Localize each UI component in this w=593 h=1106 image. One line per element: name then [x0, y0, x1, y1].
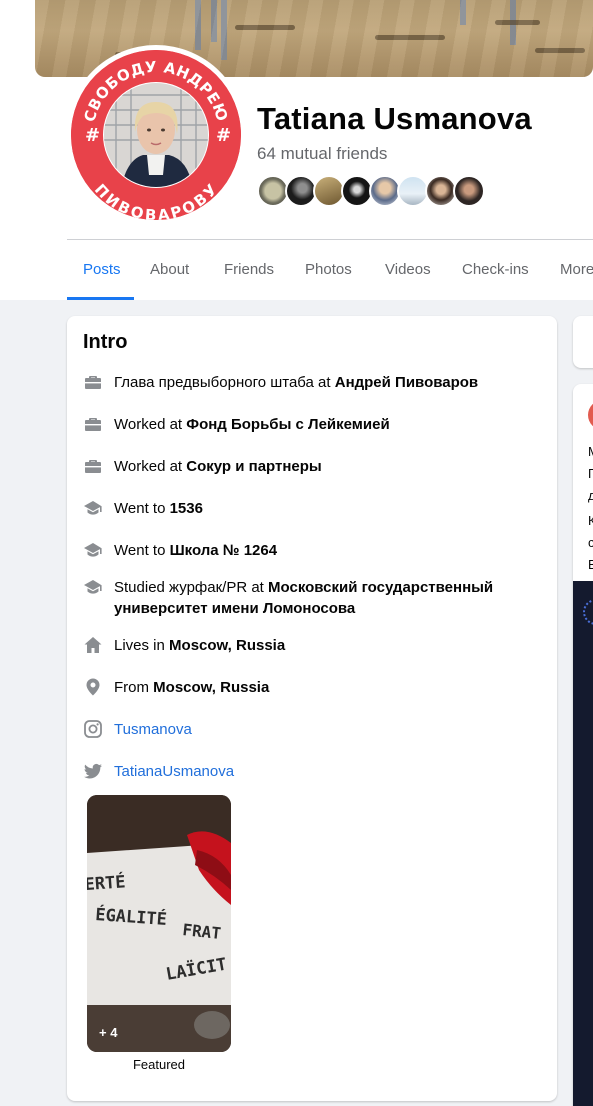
- tab-photos[interactable]: Photos: [305, 240, 352, 300]
- featured-label: Featured: [132, 1057, 186, 1072]
- profile-tabs: Posts About Friends Photos Videos Check-…: [67, 240, 593, 300]
- tab-posts[interactable]: Posts: [83, 240, 121, 300]
- school-link[interactable]: Школа № 1264: [170, 542, 277, 559]
- tab-friends[interactable]: Friends: [224, 240, 274, 300]
- graduation-cap-icon: [84, 501, 102, 515]
- intro-title: Intro: [83, 331, 128, 353]
- svg-text:#: #: [216, 125, 231, 146]
- tab-videos[interactable]: Videos: [385, 240, 431, 300]
- profile-header: СВОБОДУ АНДРЕЮ ПИВОВАРОВУ # # Tatiana Us…: [0, 0, 593, 300]
- post-text-fragment: В: [588, 557, 593, 572]
- featured-photo: ERTÉ ÉGALITÉ FRAT LAÏCIT: [87, 795, 231, 1052]
- tab-check-ins[interactable]: Check-ins: [462, 240, 529, 300]
- hometown-link[interactable]: Moscow, Russia: [153, 679, 269, 696]
- right-column-card: [573, 316, 593, 368]
- featured-count: + 4: [99, 1025, 118, 1040]
- featured-photo-text: ERTÉ: [87, 870, 126, 895]
- intro-card: Intro Глава предвыборного штаба at Андре…: [67, 316, 557, 1101]
- profile-name: Tatiana Usmanova: [257, 101, 532, 136]
- featured-photo-text: FRAT: [182, 920, 222, 943]
- briefcase-icon: [85, 376, 101, 389]
- profile-avatar[interactable]: СВОБОДУ АНДРЕЮ ПИВОВАРОВУ # #: [66, 45, 246, 225]
- svg-text:#: #: [85, 125, 100, 146]
- featured-collection[interactable]: ERTÉ ÉGALITÉ FRAT LAÏCIT + 4: [87, 795, 231, 1052]
- intro-item-prefix: Lives in: [114, 637, 170, 654]
- intro-item-prefix: From: [114, 679, 154, 696]
- graduation-cap-icon: [84, 580, 102, 594]
- location-pin-icon: [86, 678, 100, 696]
- intro-item-prefix: Went to: [114, 500, 170, 517]
- graduation-cap-icon: [84, 543, 102, 557]
- right-column-post: М П д К с В: [573, 384, 593, 1106]
- intro-item-prefix: Studied журфак/PR at: [114, 579, 269, 596]
- intro-item-prefix: Глава предвыборного штаба at: [114, 374, 335, 391]
- twitter-link[interactable]: TatianaUsmanova: [114, 763, 234, 780]
- intro-item-prefix: Worked at: [114, 458, 187, 475]
- post-text-fragment: д: [588, 488, 593, 503]
- intro-item-prefix: Went to: [114, 542, 170, 559]
- school-link[interactable]: 1536: [170, 500, 203, 517]
- instagram-link[interactable]: Tusmanova: [114, 721, 192, 738]
- post-text-fragment: П: [588, 466, 593, 481]
- friend-avatar[interactable]: [453, 175, 485, 207]
- tab-about[interactable]: About: [150, 240, 189, 300]
- briefcase-icon: [85, 418, 101, 431]
- mutual-friends-link[interactable]: 64 mutual friends: [257, 144, 387, 164]
- avatar: СВОБОДУ АНДРЕЮ ПИВОВАРОВУ # #: [71, 50, 241, 220]
- briefcase-icon: [85, 460, 101, 473]
- workplace-link[interactable]: Сокур и партнеры: [186, 458, 321, 475]
- media-emblem: [583, 599, 593, 625]
- post-media[interactable]: [573, 581, 593, 1106]
- post-text-fragment: М: [588, 444, 593, 459]
- active-tab-indicator: [67, 297, 134, 300]
- instagram-icon: [84, 720, 102, 738]
- post-text-fragment: с: [588, 535, 593, 550]
- intro-item-prefix: Worked at: [114, 416, 187, 433]
- tab-more[interactable]: More: [560, 240, 593, 300]
- city-link[interactable]: Moscow, Russia: [169, 637, 285, 654]
- twitter-icon: [84, 763, 102, 779]
- home-icon: [84, 637, 102, 653]
- post-text-fragment: К: [588, 513, 593, 528]
- workplace-link[interactable]: Фонд Борьбы с Лейкемией: [186, 416, 389, 433]
- post-author-avatar[interactable]: [588, 400, 593, 430]
- workplace-link[interactable]: Андрей Пивоваров: [335, 374, 478, 391]
